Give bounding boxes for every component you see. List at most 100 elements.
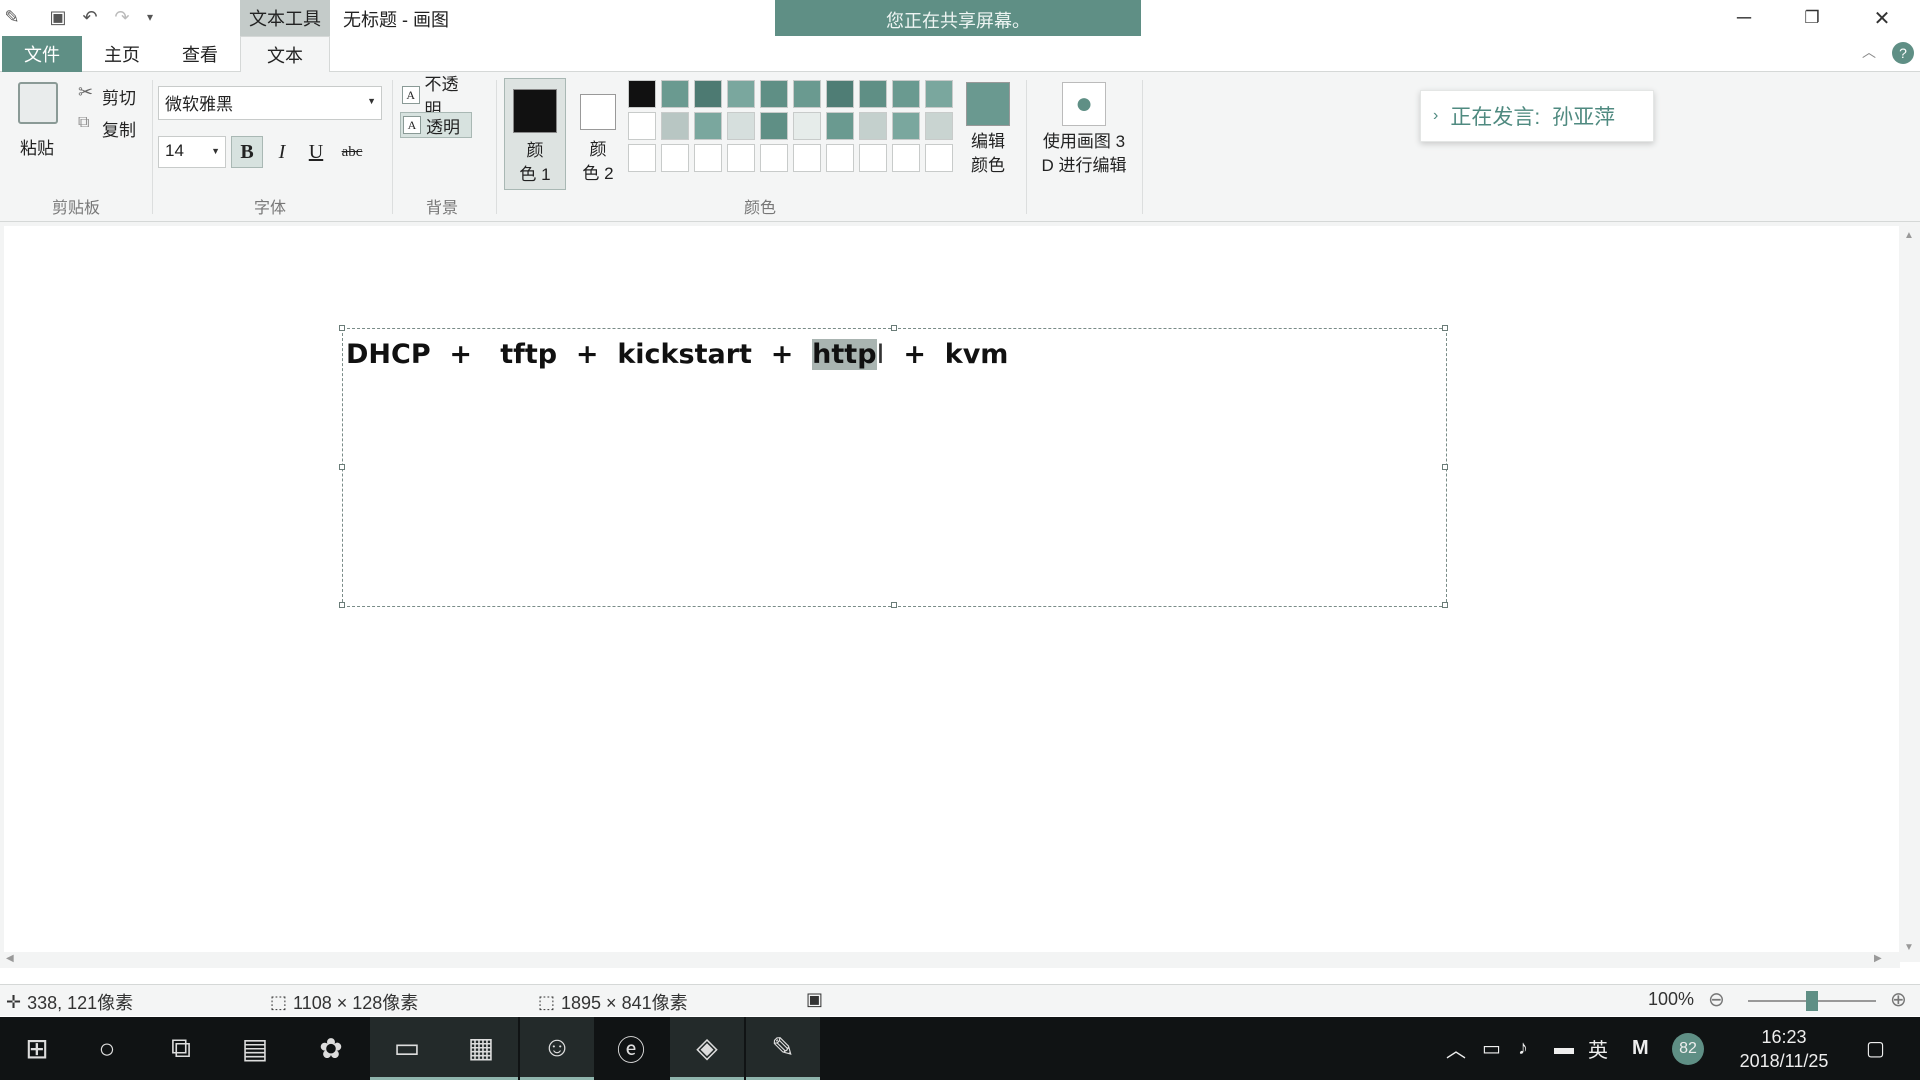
ime-mode[interactable]: M [1632,1017,1649,1080]
tab-text[interactable]: 文本 [240,36,330,73]
document-app-icon[interactable]: ▦ [444,1017,518,1080]
scroll-right-icon[interactable]: ▶ [1874,953,1882,964]
clipboard-icon[interactable] [18,82,58,124]
clock[interactable]: 16:23 2018/11/25 [1724,1025,1844,1073]
palette-swatch[interactable] [925,80,953,108]
file-explorer-icon[interactable]: ▭ [370,1017,444,1080]
palette-swatch[interactable] [793,144,821,172]
palette-swatch[interactable] [826,144,854,172]
palette-swatch[interactable] [727,112,755,140]
scroll-up-icon[interactable]: ▲ [1904,230,1914,241]
color1-button[interactable]: 颜 色 1 [504,78,566,190]
undo-icon[interactable]: ↶ [78,6,102,28]
edit-with-paint3d-button[interactable]: ● 使用画图 3 D 进行编辑 [1034,82,1134,178]
paste-button[interactable]: 粘贴 [20,134,54,159]
resize-handle[interactable] [891,602,897,608]
windows-start-icon[interactable]: ⊞ [0,1017,74,1080]
text-box[interactable]: DHCP + tftp + kickstart + httpI + kvm [339,325,1448,608]
palette-swatch[interactable] [628,80,656,108]
italic-button[interactable]: I [266,136,298,168]
palette-swatch[interactable] [760,112,788,140]
palette-swatch[interactable] [760,80,788,108]
tab-file[interactable]: 文件 [2,36,82,72]
save-icon[interactable]: ▣ [46,6,70,28]
palette-swatch[interactable] [628,112,656,140]
customize-toolbar-icon[interactable]: ▾ [138,6,162,28]
scissors-icon[interactable]: ✂ [78,82,93,103]
task-view-icon[interactable]: ⧉ [144,1017,218,1080]
text-content[interactable]: DHCP + tftp + kickstart + httpI + kvm [346,339,1008,370]
collapse-ribbon-icon[interactable]: ︿ [1862,42,1876,62]
palette-swatch[interactable] [892,144,920,172]
edit-colors-button[interactable]: 编辑 颜色 [962,82,1014,178]
help-icon[interactable]: ? [1892,42,1914,64]
notifications-icon[interactable]: ▢ [1866,1017,1885,1080]
resize-handle[interactable] [339,325,345,331]
palette-swatch[interactable] [859,112,887,140]
redo-icon[interactable]: ↷ [110,6,134,28]
palette-swatch[interactable] [859,144,887,172]
palette-swatch[interactable] [793,112,821,140]
palette-swatch[interactable] [694,112,722,140]
palette-swatch[interactable] [859,80,887,108]
scroll-left-icon[interactable]: ◀ [6,953,14,964]
palette-swatch[interactable] [760,144,788,172]
opaque-option[interactable]: A 不透明 [400,75,474,119]
copy-icon[interactable]: ⧉ [78,114,89,132]
tray-badge[interactable]: 82 [1672,1017,1704,1080]
minimize-button[interactable]: ─ [1712,0,1776,36]
resize-handle[interactable] [339,602,345,608]
strikethrough-button[interactable]: abc [336,136,368,168]
resize-handle[interactable] [1442,464,1448,470]
meeting-app-icon[interactable]: ☺ [520,1017,594,1080]
ime-language[interactable]: 英 [1588,1017,1608,1080]
color2-button[interactable]: 颜 色 2 [570,78,626,190]
palette-swatch[interactable] [694,80,722,108]
paint-app-icon[interactable]: ✎ [0,6,24,28]
palette-swatch[interactable] [727,80,755,108]
tab-view[interactable]: 查看 [160,36,240,72]
restore-button[interactable]: ❐ [1780,0,1844,36]
palette-swatch[interactable] [925,112,953,140]
tray-expand-icon[interactable]: ︿ [1446,1017,1466,1080]
zoom-slider-thumb[interactable] [1806,991,1818,1011]
volume-icon[interactable]: ♪ [1518,1017,1528,1080]
palette-swatch[interactable] [661,144,689,172]
resize-handle[interactable] [1442,602,1448,608]
palette-swatch[interactable] [793,80,821,108]
resize-handle[interactable] [339,464,345,470]
paint-app-icon[interactable]: ✎ [746,1017,820,1080]
resize-handle[interactable] [1442,325,1448,331]
palette-swatch[interactable] [826,112,854,140]
zoom-out-icon[interactable]: ⊖ [1708,987,1725,1012]
vertical-scrollbar[interactable]: ▲ ▼ [1900,226,1920,962]
network-app-icon[interactable]: ✿ [294,1017,368,1080]
underline-button[interactable]: U [300,136,332,168]
palette-swatch[interactable] [892,112,920,140]
close-button[interactable]: ✕ [1850,0,1914,36]
zoom-in-icon[interactable]: ⊕ [1890,987,1907,1012]
browser-icon[interactable]: ⓔ [594,1017,668,1080]
palette-swatch[interactable] [661,80,689,108]
resize-handle[interactable] [891,325,897,331]
scroll-down-icon[interactable]: ▼ [1904,942,1914,953]
battery-icon[interactable]: ▬ [1554,1017,1574,1080]
cut-button[interactable]: 剪切 [102,84,136,109]
palette-swatch[interactable] [694,144,722,172]
palette-swatch[interactable] [727,144,755,172]
palette-swatch[interactable] [661,112,689,140]
tab-home[interactable]: 主页 [82,36,162,72]
copy-button[interactable]: 复制 [102,116,136,141]
virtualbox-icon[interactable]: ◈ [670,1017,744,1080]
network-icon[interactable]: ▭ [1482,1017,1501,1080]
palette-swatch[interactable] [925,144,953,172]
font-family-select[interactable]: 微软雅黑 ▼ [158,86,382,120]
chat-app-icon[interactable]: ▤ [218,1017,292,1080]
bold-button[interactable]: B [231,136,263,168]
transparent-option[interactable]: A 透明 [400,112,472,138]
palette-swatch[interactable] [892,80,920,108]
palette-swatch[interactable] [628,144,656,172]
font-size-select[interactable]: 14 ▼ [158,136,226,168]
palette-swatch[interactable] [826,80,854,108]
search-icon[interactable]: ○ [70,1017,144,1080]
